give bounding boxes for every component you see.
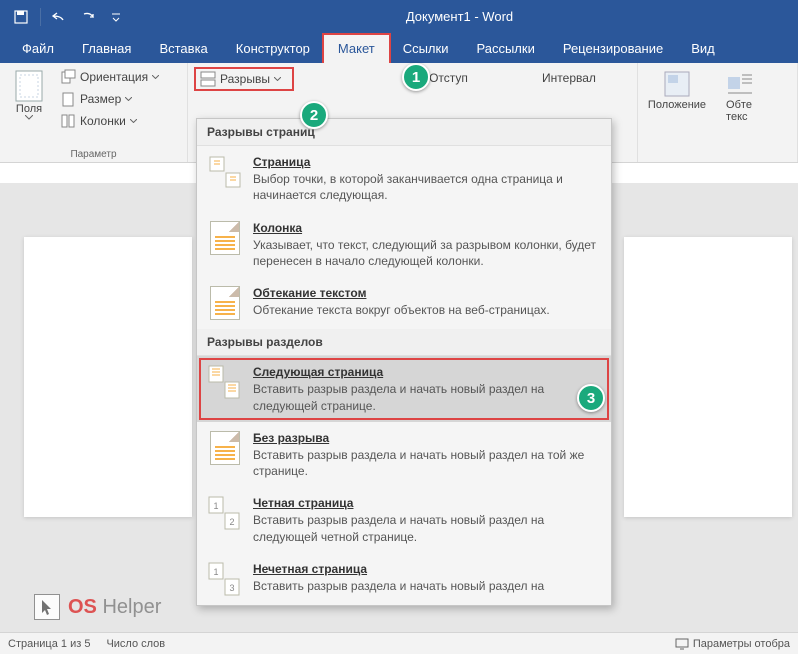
chevron-down-icon: [152, 75, 159, 79]
orientation-icon: [60, 69, 76, 85]
save-icon[interactable]: [8, 4, 34, 30]
page-thumbnail: [624, 237, 792, 517]
margins-button[interactable]: Поля: [6, 67, 52, 147]
textwrap-break-icon: [207, 285, 243, 321]
chevron-down-icon: [25, 115, 33, 120]
breaks-gallery: Разрывы страниц СтраницаВыбор точки, в к…: [196, 118, 612, 606]
tab-home[interactable]: Главная: [68, 35, 145, 63]
gallery-section-header: Разрывы страниц: [197, 119, 611, 146]
size-icon: [60, 91, 76, 107]
tab-file[interactable]: Файл: [8, 35, 68, 63]
breaks-button[interactable]: Разрывы: [194, 67, 294, 91]
section-continuous-icon: [207, 430, 243, 466]
gallery-section-header: Разрывы разделов: [197, 329, 611, 356]
display-settings-icon[interactable]: [675, 637, 689, 651]
tab-mailings[interactable]: Рассылки: [462, 35, 548, 63]
qat-customize-icon[interactable]: [103, 4, 129, 30]
ribbon-tabs: Файл Главная Вставка Конструктор Макет С…: [0, 33, 798, 63]
margins-icon: [14, 69, 44, 103]
callout-marker-2: 2: [300, 101, 328, 129]
group-label: Параметр: [6, 147, 181, 160]
position-button[interactable]: Положение: [644, 67, 710, 160]
svg-text:1: 1: [213, 567, 218, 577]
tab-layout[interactable]: Макет: [324, 35, 389, 63]
wrap-button[interactable]: Обте текс: [714, 67, 764, 160]
status-words[interactable]: Число слов: [106, 638, 165, 650]
titlebar: Документ1 - Word: [0, 0, 798, 33]
redo-icon[interactable]: [75, 4, 101, 30]
tab-review[interactable]: Рецензирование: [549, 35, 677, 63]
columns-icon: [60, 113, 76, 129]
svg-text:1: 1: [213, 501, 218, 511]
size-button[interactable]: Размер: [56, 89, 163, 109]
gallery-item-oddpage[interactable]: 13 Нечетная страницаВставить разрыв разд…: [197, 553, 611, 605]
callout-marker-1: 1: [402, 63, 430, 91]
breaks-icon: [200, 71, 216, 87]
chevron-down-icon: [125, 97, 132, 101]
gallery-item-page[interactable]: СтраницаВыбор точки, в которой заканчива…: [197, 146, 611, 212]
section-oddpage-icon: 13: [207, 561, 243, 597]
statusbar: Страница 1 из 5 Число слов Параметры ото…: [0, 632, 798, 654]
gallery-item-textwrap[interactable]: Обтекание текстомОбтекание текста вокруг…: [197, 277, 611, 329]
gallery-item-continuous[interactable]: Без разрываВставить разрыв раздела и нач…: [197, 422, 611, 488]
tab-view[interactable]: Вид: [677, 35, 729, 63]
section-nextpage-icon: [207, 364, 243, 400]
watermark: OS Helper: [34, 594, 161, 620]
chevron-down-icon: [274, 77, 281, 81]
cursor-icon: [34, 594, 60, 620]
status-display[interactable]: Параметры отобра: [693, 638, 790, 650]
svg-text:3: 3: [229, 583, 234, 593]
callout-marker-3: 3: [577, 384, 605, 412]
watermark-text: OS Helper: [68, 596, 161, 619]
page-break-icon: [207, 154, 243, 190]
undo-icon[interactable]: [47, 4, 73, 30]
wrap-icon: [724, 69, 754, 99]
tab-insert[interactable]: Вставка: [145, 35, 221, 63]
column-break-icon: [207, 220, 243, 256]
section-evenpage-icon: 12: [207, 495, 243, 531]
gallery-item-column[interactable]: КолонкаУказывает, что текст, следующий з…: [197, 212, 611, 278]
svg-text:2: 2: [229, 517, 234, 527]
tab-references[interactable]: Ссылки: [389, 35, 463, 63]
orientation-button[interactable]: Ориентация: [56, 67, 163, 87]
gallery-item-nextpage[interactable]: Следующая страницаВставить разрыв раздел…: [197, 356, 611, 422]
tab-design[interactable]: Конструктор: [222, 35, 324, 63]
gallery-item-evenpage[interactable]: 12 Четная страницаВставить разрыв раздел…: [197, 487, 611, 553]
page-thumbnail: [24, 237, 192, 517]
status-page[interactable]: Страница 1 из 5: [8, 638, 90, 650]
quick-access-toolbar: [8, 4, 129, 30]
position-icon: [662, 69, 692, 99]
window-title: Документ1 - Word: [129, 9, 790, 24]
columns-button[interactable]: Колонки: [56, 111, 163, 131]
chevron-down-icon: [130, 119, 137, 123]
